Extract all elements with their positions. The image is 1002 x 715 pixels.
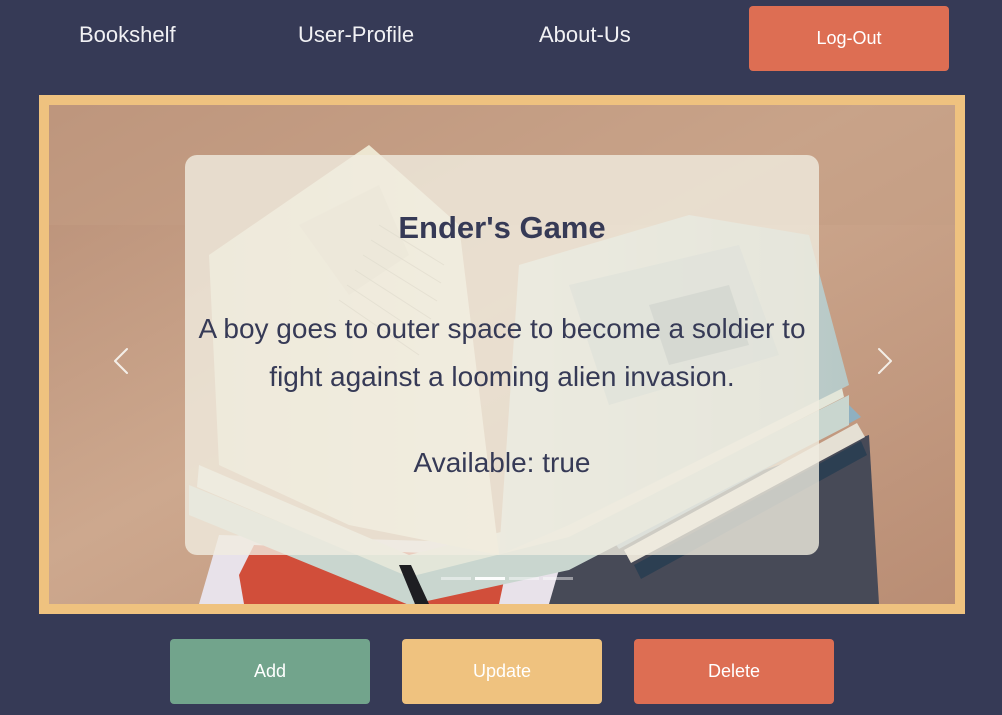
add-button[interactable]: Add [170, 639, 370, 704]
top-nav: Bookshelf User-Profile About-Us Log-Out [0, 0, 1002, 80]
book-title: Ender's Game [398, 210, 606, 245]
carousel-indicator[interactable] [475, 577, 505, 580]
carousel-indicator[interactable] [543, 577, 573, 580]
carousel-indicator[interactable] [441, 577, 471, 580]
carousel-indicators [441, 577, 581, 583]
carousel-indicator[interactable] [509, 577, 539, 580]
book-carousel: Ender's Game A boy goes to outer space t… [39, 95, 965, 614]
book-caption-panel: Ender's Game A boy goes to outer space t… [185, 155, 819, 555]
logout-button[interactable]: Log-Out [749, 6, 949, 71]
nav-about-us-link[interactable]: About-Us [539, 22, 631, 48]
book-description: A boy goes to outer space to become a so… [198, 313, 806, 392]
delete-button[interactable]: Delete [634, 639, 834, 704]
update-button[interactable]: Update [402, 639, 602, 704]
nav-user-profile-link[interactable]: User-Profile [298, 22, 414, 48]
book-availability: Available: true [413, 447, 591, 478]
chevron-left-icon[interactable] [105, 341, 135, 381]
chevron-right-icon[interactable] [871, 341, 901, 381]
nav-bookshelf-link[interactable]: Bookshelf [79, 22, 176, 48]
